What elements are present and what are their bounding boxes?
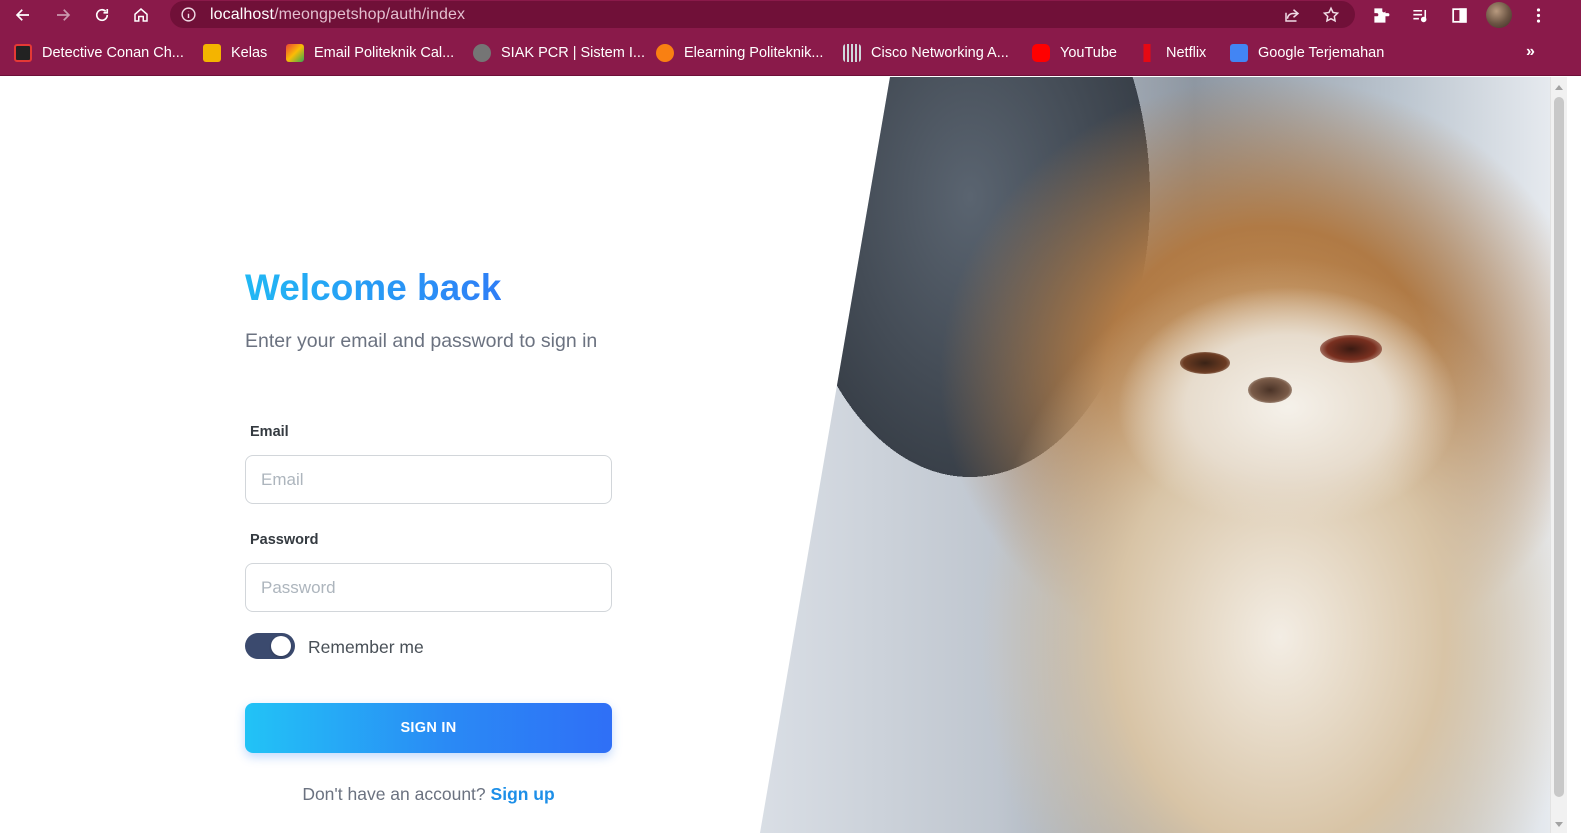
forward-button[interactable] — [51, 3, 75, 27]
bookmark-label: Email Politeknik Cal... — [314, 45, 455, 61]
remember-me-label: Remember me — [308, 637, 424, 657]
bookmark-kelas[interactable]: Kelas — [203, 42, 267, 64]
cat-nose — [1248, 377, 1292, 403]
youtube-icon — [1032, 44, 1050, 62]
cat-right-eye — [1320, 335, 1382, 363]
bookmark-label: Google Terjemahan — [1258, 45, 1385, 61]
bookmark-label: Kelas — [231, 45, 268, 61]
bookmarks-overflow-button[interactable]: » — [1526, 43, 1535, 61]
back-button[interactable] — [11, 3, 35, 27]
password-label: Password — [250, 532, 319, 548]
cat-photo — [760, 77, 1550, 833]
classroom-icon — [203, 44, 221, 62]
menu-kebab-icon[interactable] — [1526, 3, 1550, 27]
cisco-icon — [843, 44, 861, 62]
url-text[interactable]: localhost/meongpetshop/auth/index — [210, 6, 465, 24]
page-subtitle: Enter your email and password to sign in — [245, 330, 598, 352]
bookmark-label: Netflix — [1166, 45, 1207, 61]
no-account-text: Don't have an account? — [302, 784, 486, 804]
remember-me-toggle[interactable] — [245, 633, 295, 659]
moodle-icon — [656, 44, 674, 62]
email-label: Email — [250, 424, 289, 440]
page-scrollbar[interactable] — [1550, 77, 1567, 833]
browser-toolbar: localhost/meongpetshop/auth/index — [0, 0, 1581, 30]
reload-button[interactable] — [90, 3, 114, 27]
extensions-icon[interactable] — [1369, 3, 1393, 27]
bookmark-email[interactable]: Email Politeknik Cal... — [286, 42, 454, 64]
siak-icon — [473, 44, 491, 62]
scroll-down-arrow[interactable] — [1555, 822, 1563, 827]
bookmark-youtube[interactable]: YouTube — [1032, 42, 1117, 64]
bookmark-netflix[interactable]: Netflix — [1138, 42, 1206, 64]
bookmark-detective-conan[interactable]: Detective Conan Ch... — [14, 42, 184, 64]
side-panel-icon[interactable] — [1447, 3, 1471, 27]
url-path: /meongpetshop/auth/index — [274, 6, 466, 23]
profile-avatar[interactable] — [1486, 2, 1512, 28]
media-control-icon[interactable] — [1408, 3, 1432, 27]
bookmark-google-translate[interactable]: Google Terjemahan — [1230, 42, 1384, 64]
bookmark-star-icon[interactable] — [1320, 4, 1342, 26]
sign-up-link[interactable]: Sign up — [491, 784, 555, 804]
bookmark-elearning[interactable]: Elearning Politeknik... — [656, 42, 823, 64]
toggle-knob — [271, 636, 291, 656]
bookmark-label: Cisco Networking A... — [871, 45, 1009, 61]
detective-conan-icon — [14, 44, 32, 62]
bookmark-label: YouTube — [1060, 45, 1117, 61]
bookmarks-bar: Detective Conan Ch... Kelas Email Polite… — [0, 30, 1581, 76]
netflix-icon — [1138, 44, 1156, 62]
google-translate-icon — [1230, 44, 1248, 62]
cat-left-eye — [1180, 352, 1230, 374]
signup-prompt: Don't have an account? Sign up — [245, 784, 612, 805]
page-title: Welcome back — [245, 267, 502, 308]
home-button[interactable] — [129, 3, 153, 27]
bookmark-siak[interactable]: SIAK PCR | Sistem I... — [473, 42, 645, 64]
bookmark-label: SIAK PCR | Sistem I... — [501, 45, 645, 61]
gmail-icon — [286, 44, 304, 62]
password-field[interactable] — [245, 563, 612, 612]
address-bar[interactable]: localhost/meongpetshop/auth/index — [170, 1, 1355, 28]
scroll-thumb[interactable] — [1554, 97, 1564, 797]
bookmark-label: Detective Conan Ch... — [42, 45, 184, 61]
share-icon[interactable] — [1281, 4, 1303, 26]
page-content: Welcome back Enter your email and passwo… — [0, 77, 1581, 833]
bookmark-cisco[interactable]: Cisco Networking A... — [843, 42, 1009, 64]
email-field[interactable] — [245, 455, 612, 504]
sign-in-button[interactable]: SIGN IN — [245, 703, 612, 753]
site-info-icon[interactable] — [180, 6, 197, 23]
url-host: localhost — [210, 6, 275, 23]
bookmark-label: Elearning Politeknik... — [684, 45, 824, 61]
scroll-up-arrow[interactable] — [1555, 85, 1563, 90]
